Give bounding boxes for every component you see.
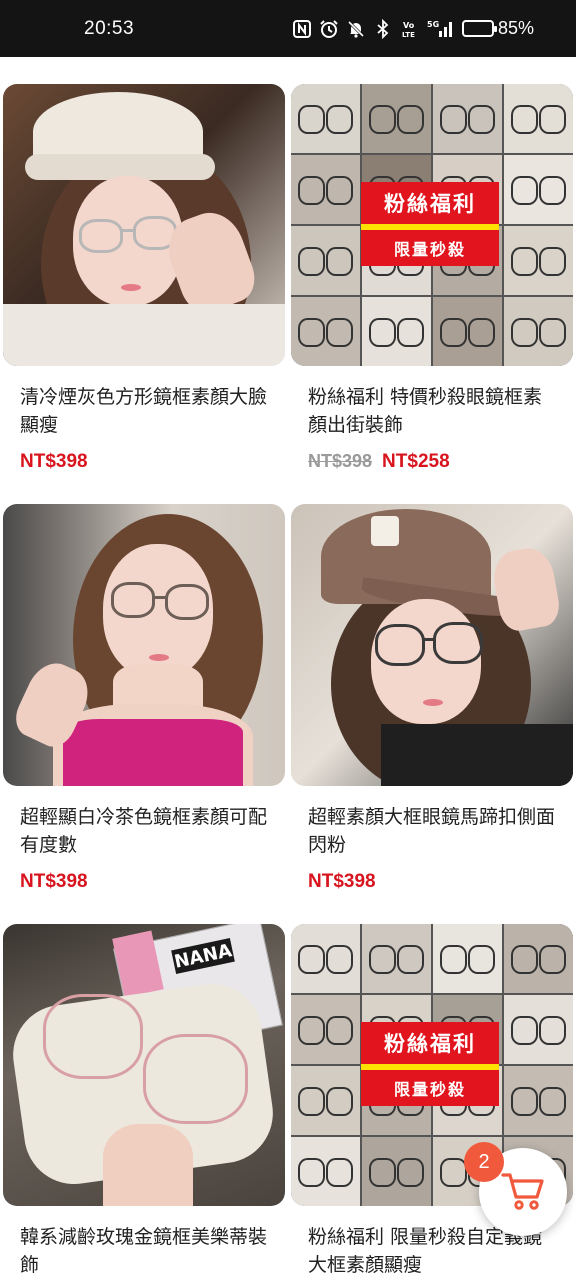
product-price: NT$258 xyxy=(382,451,450,472)
product-card[interactable]: 超輕素顏大框眼鏡馬蹄扣側面閃粉 NT$398 xyxy=(291,504,573,924)
cart-icon xyxy=(500,1167,546,1217)
product-grid: 清冷煙灰色方形鏡框素顏大臉顯瘦 NT$398 粉絲福利 限量秒殺 粉絲福利 特價… xyxy=(0,84,576,1280)
status-icons: Vo LTE 5G 85% xyxy=(292,18,534,39)
product-title[interactable]: 超輕顯白冷茶色鏡框素顏可配有度數 xyxy=(20,803,271,859)
promo-sub-banner: 限量秒殺 xyxy=(361,230,499,266)
original-price: NT$398 xyxy=(308,451,373,471)
product-image[interactable] xyxy=(3,504,285,786)
product-image[interactable]: NANA xyxy=(3,924,285,1206)
status-time: 20:53 xyxy=(84,17,135,39)
product-image[interactable] xyxy=(291,504,573,786)
product-card[interactable]: 清冷煙灰色方形鏡框素顏大臉顯瘦 NT$398 xyxy=(3,84,285,504)
product-title[interactable]: 粉絲福利 特價秒殺眼鏡框素顏出街裝飾 xyxy=(308,383,559,439)
bluetooth-icon xyxy=(373,18,393,39)
product-card[interactable]: NANA 韓系減齡玫瑰金鏡框美樂蒂裝飾 xyxy=(3,924,285,1280)
battery-body xyxy=(461,20,497,37)
product-price: NT$398 xyxy=(20,871,88,892)
network-label: 5G xyxy=(427,20,439,29)
price-row: NT$398 xyxy=(308,871,573,893)
price-row: NT$398 xyxy=(20,451,285,473)
svg-text:LTE: LTE xyxy=(402,31,415,39)
product-price: NT$398 xyxy=(20,451,88,472)
mute-icon xyxy=(346,19,366,39)
alarm-icon xyxy=(319,19,339,39)
product-image[interactable]: 粉絲福利 限量秒殺 xyxy=(291,84,573,366)
product-card[interactable]: 粉絲福利 限量秒殺 粉絲福利 特價秒殺眼鏡框素顏出街裝飾 NT$398 NT$2… xyxy=(291,84,573,504)
volte-icon: Vo LTE xyxy=(400,19,420,39)
status-bar: 20:53 Vo LTE 5G 85% xyxy=(0,0,576,57)
price-row: NT$398 NT$258 xyxy=(308,451,573,473)
promo-sub-banner: 限量秒殺 xyxy=(361,1070,499,1106)
price-row: NT$398 xyxy=(20,871,285,893)
battery-percent: 85% xyxy=(497,18,534,38)
product-card[interactable]: 超輕顯白冷茶色鏡框素顏可配有度數 NT$398 xyxy=(3,504,285,924)
cart-badge: 2 xyxy=(464,1142,504,1182)
promo-banner: 粉絲福利 xyxy=(361,1022,499,1064)
product-price: NT$398 xyxy=(308,871,376,892)
product-title[interactable]: 韓系減齡玫瑰金鏡框美樂蒂裝飾 xyxy=(20,1223,271,1279)
product-image[interactable] xyxy=(3,84,285,366)
nfc-icon xyxy=(292,19,312,39)
product-title[interactable]: 超輕素顏大框眼鏡馬蹄扣側面閃粉 xyxy=(308,803,559,859)
promo-banner: 粉絲福利 xyxy=(361,182,499,224)
battery-icon: 85% xyxy=(461,18,534,39)
product-title[interactable]: 清冷煙灰色方形鏡框素顏大臉顯瘦 xyxy=(20,383,271,439)
signal-5g-icon: 5G xyxy=(427,19,455,39)
svg-text:Vo: Vo xyxy=(403,21,415,30)
